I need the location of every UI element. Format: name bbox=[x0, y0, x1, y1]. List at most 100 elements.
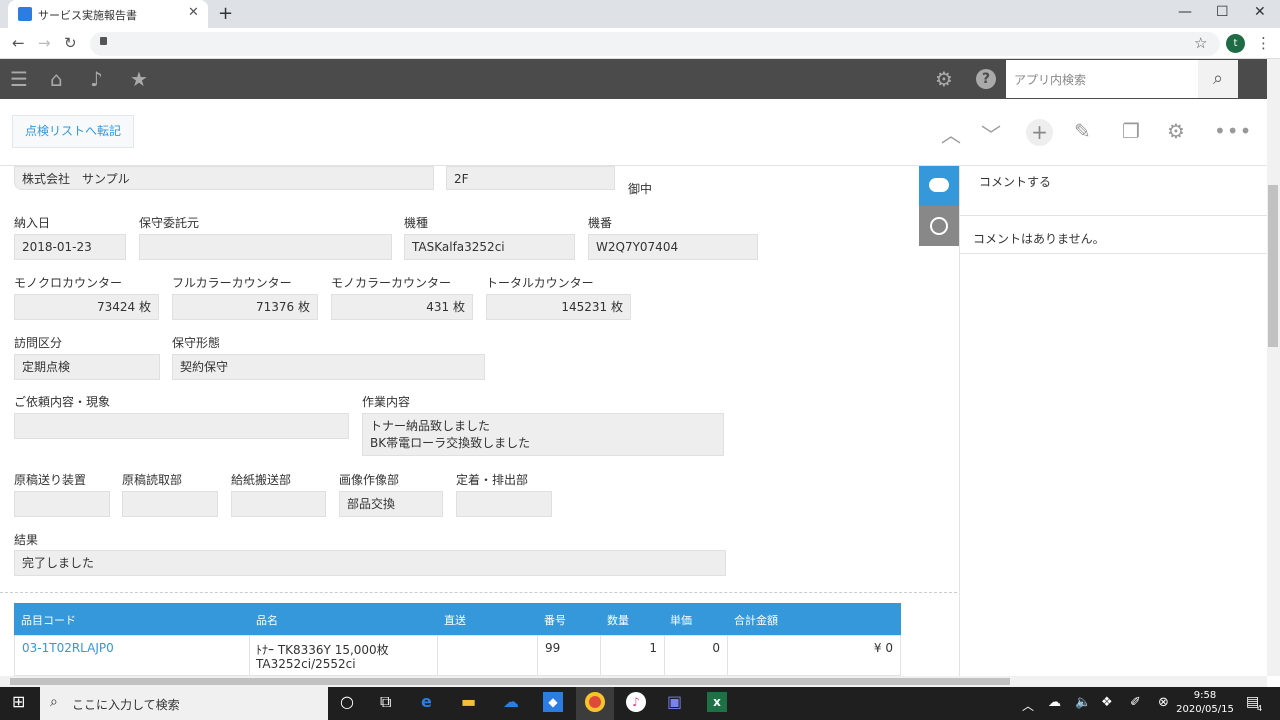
browser-tab[interactable]: サービス実施報告書 ✕ bbox=[8, 0, 208, 28]
file-explorer-icon[interactable]: ▬ bbox=[461, 692, 476, 711]
bell-icon[interactable]: ♪ bbox=[90, 67, 103, 91]
paper-feed-field bbox=[231, 491, 326, 517]
floor-field: 2F bbox=[446, 166, 615, 190]
maximize-button[interactable]: ☐ bbox=[1216, 4, 1229, 20]
show-hidden-icons-icon[interactable]: ︿ bbox=[1022, 697, 1034, 714]
search-icon[interactable]: ⌕ bbox=[1198, 60, 1238, 98]
tab-close-icon[interactable]: ✕ bbox=[188, 5, 199, 20]
items-table-header: 品目コード 品名 直送 番号 数量 単価 合計金額 bbox=[14, 603, 901, 635]
menu-icon[interactable]: ☰ bbox=[10, 67, 28, 91]
cortana-icon[interactable]: ○ bbox=[340, 692, 354, 711]
clock-date: 2020/05/15 bbox=[1176, 704, 1234, 715]
help-icon[interactable]: ? bbox=[976, 69, 996, 89]
taskbar-clock[interactable]: 9:58 2020/05/15 bbox=[1176, 689, 1234, 717]
comment-panel: コメントする コメントはありません。 bbox=[959, 166, 1268, 676]
add-record-button[interactable]: + bbox=[1026, 119, 1053, 146]
settings-gear-icon[interactable]: ⚙ bbox=[935, 67, 953, 91]
task-view-icon[interactable]: ⧉ bbox=[380, 692, 391, 712]
paper-feed-label: 給紙搬送部 bbox=[231, 473, 292, 487]
more-options-icon[interactable]: ••• bbox=[1214, 119, 1252, 143]
record-settings-icon[interactable]: ⚙ bbox=[1167, 119, 1185, 143]
delivery-date-field: 2018-01-23 bbox=[14, 234, 126, 260]
total-counter-field: 145231 枚 bbox=[486, 294, 631, 320]
col-header-unit-price: 単価 bbox=[670, 614, 692, 627]
taskbar-search-input[interactable]: ここに入力して検索 bbox=[40, 687, 328, 720]
table-row: 03-1T02RLAJP0 ﾄﾅｰ TK8336Y 15,000枚 TA3252… bbox=[14, 635, 901, 677]
record-toolbar: 点検リストへ転記 ︿ ﹀ ✎ ❐ ⚙ ••• bbox=[0, 99, 1267, 166]
doc-reader-label: 原稿読取部 bbox=[122, 473, 183, 487]
close-window-button[interactable]: ✕ bbox=[1254, 4, 1266, 20]
item-number: 99 bbox=[545, 641, 561, 655]
chrome-icon[interactable] bbox=[585, 692, 605, 712]
edit-icon[interactable]: ✎ bbox=[1074, 119, 1091, 143]
cloud-tray-icon[interactable]: ☁ bbox=[1048, 695, 1061, 710]
url-field[interactable] bbox=[90, 32, 1220, 56]
post-comment-input[interactable]: コメントする bbox=[979, 173, 1267, 203]
reload-icon[interactable]: ↻ bbox=[64, 34, 77, 52]
doc-reader-field bbox=[122, 491, 218, 517]
col-header-name: 品名 bbox=[256, 614, 278, 627]
new-tab-button[interactable]: + bbox=[218, 3, 233, 24]
item-name-line-2: TA3252ci/2552ci bbox=[256, 657, 356, 671]
home-icon[interactable]: ⌂ bbox=[50, 67, 63, 91]
section-divider bbox=[0, 592, 957, 593]
app-favicon-icon bbox=[18, 7, 32, 21]
item-code-link[interactable]: 03-1T02RLAJP0 bbox=[22, 641, 114, 655]
no-comments-message: コメントはありません。 bbox=[973, 232, 1105, 246]
pen-tray-icon[interactable]: ✐ bbox=[1130, 695, 1141, 710]
windows-start-icon[interactable]: ⊞ bbox=[12, 692, 25, 711]
item-unit-price: 0 bbox=[712, 641, 720, 655]
app-search-input[interactable]: アプリ内検索 bbox=[1006, 60, 1198, 98]
visit-type-label: 訪問区分 bbox=[14, 336, 63, 350]
taskbar-search-icon: ⌕ bbox=[50, 694, 58, 710]
mono-color-counter-label: モノカラーカウンター bbox=[331, 276, 452, 290]
history-tab-icon[interactable] bbox=[919, 206, 959, 246]
lock-icon bbox=[100, 37, 107, 45]
col-header-number: 番号 bbox=[544, 614, 566, 627]
consignor-label: 保守委託元 bbox=[139, 216, 200, 230]
consignor-field bbox=[139, 234, 392, 260]
itunes-icon[interactable]: ♪ bbox=[626, 692, 646, 712]
result-label: 結果 bbox=[14, 533, 39, 547]
maintenance-type-field: 契約保守 bbox=[172, 354, 485, 380]
visit-type-field: 定期点検 bbox=[14, 354, 160, 380]
horizontal-scroll-thumb[interactable] bbox=[10, 678, 1010, 685]
col-header-qty: 数量 bbox=[607, 614, 629, 627]
model-field: TASKalfa3252ci bbox=[404, 234, 575, 260]
mono-counter-field: 73424 枚 bbox=[14, 294, 159, 320]
browser-tab-bar: サービス実施報告書 ✕ + — ☐ ✕ bbox=[0, 0, 1280, 28]
volume-icon[interactable]: 🔈 bbox=[1075, 695, 1091, 710]
imaging-field: 部品交換 bbox=[339, 491, 443, 517]
transfer-to-checklist-button[interactable]: 点検リストへ転記 bbox=[12, 115, 134, 148]
work-label: 作業内容 bbox=[362, 395, 411, 409]
browser-menu-icon[interactable]: ⋮ bbox=[1256, 34, 1271, 52]
work-line-1: トナー納品致しました bbox=[370, 419, 491, 433]
next-record-icon[interactable]: ﹀ bbox=[981, 119, 1001, 148]
duplicate-icon[interactable]: ❐ bbox=[1122, 119, 1140, 143]
imaging-label: 画像作像部 bbox=[339, 473, 400, 487]
previous-record-icon[interactable]: ︿ bbox=[941, 119, 961, 148]
doc-feeder-label: 原稿送り装置 bbox=[14, 473, 87, 487]
comment-tab-icon[interactable] bbox=[919, 166, 959, 206]
fixing-field bbox=[456, 491, 552, 517]
forward-icon[interactable]: → bbox=[38, 34, 51, 52]
vertical-scrollbar[interactable] bbox=[1267, 59, 1280, 676]
sync-tray-icon[interactable]: ⊗ bbox=[1158, 695, 1169, 710]
tab-title: サービス実施報告書 bbox=[38, 9, 137, 22]
favorite-star-icon[interactable]: ★ bbox=[130, 67, 148, 91]
back-icon[interactable]: ← bbox=[12, 34, 25, 52]
work-line-2: BK帯電ローラ交換致しました bbox=[370, 436, 531, 450]
teams-icon[interactable]: ▣ bbox=[667, 692, 682, 711]
edge-icon[interactable]: e bbox=[421, 692, 432, 711]
onedrive-icon[interactable]: ☁ bbox=[503, 692, 519, 711]
address-bar: ← → ↻ ☆ ⋮ bbox=[0, 28, 1280, 59]
dropbox-tray-icon[interactable]: ❖ bbox=[1101, 695, 1113, 710]
excel-icon[interactable]: x bbox=[707, 692, 727, 712]
profile-avatar[interactable]: t bbox=[1226, 34, 1245, 53]
minimize-button[interactable]: — bbox=[1178, 4, 1192, 20]
doc-feeder-field bbox=[14, 491, 110, 517]
honorific-label: 御中 bbox=[628, 182, 653, 196]
dropbox-icon[interactable]: ◆ bbox=[543, 692, 563, 712]
vertical-scroll-thumb[interactable] bbox=[1268, 185, 1278, 347]
bookmark-star-icon[interactable]: ☆ bbox=[1194, 34, 1207, 52]
